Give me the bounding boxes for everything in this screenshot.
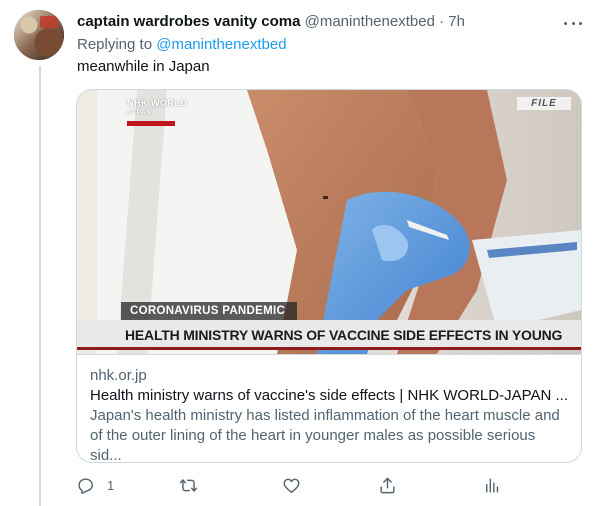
nhk-logo-text: NHK WORLD	[127, 98, 188, 108]
banner-headline: HEALTH MINISTRY WARNS OF VACCINE SIDE EF…	[77, 320, 581, 350]
reply-button[interactable]: 1	[76, 474, 114, 496]
replying-to-label: Replying to	[77, 36, 157, 53]
action-bar: 1	[76, 474, 516, 496]
reply-icon	[78, 477, 93, 494]
card-title[interactable]: Health ministry warns of vaccine's side …	[90, 386, 568, 406]
card-description: Japan's health ministry has listed infla…	[90, 407, 560, 463]
card-domain: nhk.or.jp	[90, 367, 147, 384]
retweet-button[interactable]	[179, 474, 210, 496]
timestamp[interactable]: 7h	[448, 13, 465, 30]
thread-line	[39, 66, 41, 506]
like-button[interactable]	[282, 474, 313, 496]
card-image[interactable]: NHK WORLD JAPAN FILE CORONAVIRUS PANDEMI…	[77, 90, 581, 354]
file-tag: FILE	[517, 97, 571, 110]
replying-to: Replying to @maninthenextbed	[77, 35, 287, 55]
link-card[interactable]: NHK WORLD JAPAN FILE CORONAVIRUS PANDEMI…	[76, 89, 582, 463]
reply-count: 1	[107, 477, 115, 493]
retweet-icon	[179, 478, 198, 492]
user-handle[interactable]: @maninthenextbed	[305, 13, 435, 30]
share-button[interactable]	[378, 474, 397, 496]
banner-category: CORONAVIRUS PANDEMIC	[121, 302, 297, 320]
replying-to-handle[interactable]: @maninthenextbed	[156, 36, 286, 53]
share-icon	[380, 477, 395, 493]
analytics-button[interactable]	[482, 474, 501, 496]
avatar[interactable]	[14, 10, 64, 60]
more-options-icon[interactable]	[564, 14, 582, 32]
time-separator: ·	[434, 13, 449, 30]
nhk-logo-sub: JAPAN	[127, 110, 152, 116]
tweet-text: meanwhile in Japan	[77, 58, 210, 75]
tweet-header: captain wardrobes vanity coma @maninthen…	[77, 12, 558, 32]
heart-icon	[283, 478, 300, 493]
display-name[interactable]: captain wardrobes vanity coma	[77, 13, 300, 30]
nhk-logo: NHK WORLD JAPAN	[127, 98, 188, 128]
analytics-icon	[486, 477, 499, 493]
card-body[interactable]: nhk.or.jp Health ministry warns of vacci…	[77, 354, 581, 462]
